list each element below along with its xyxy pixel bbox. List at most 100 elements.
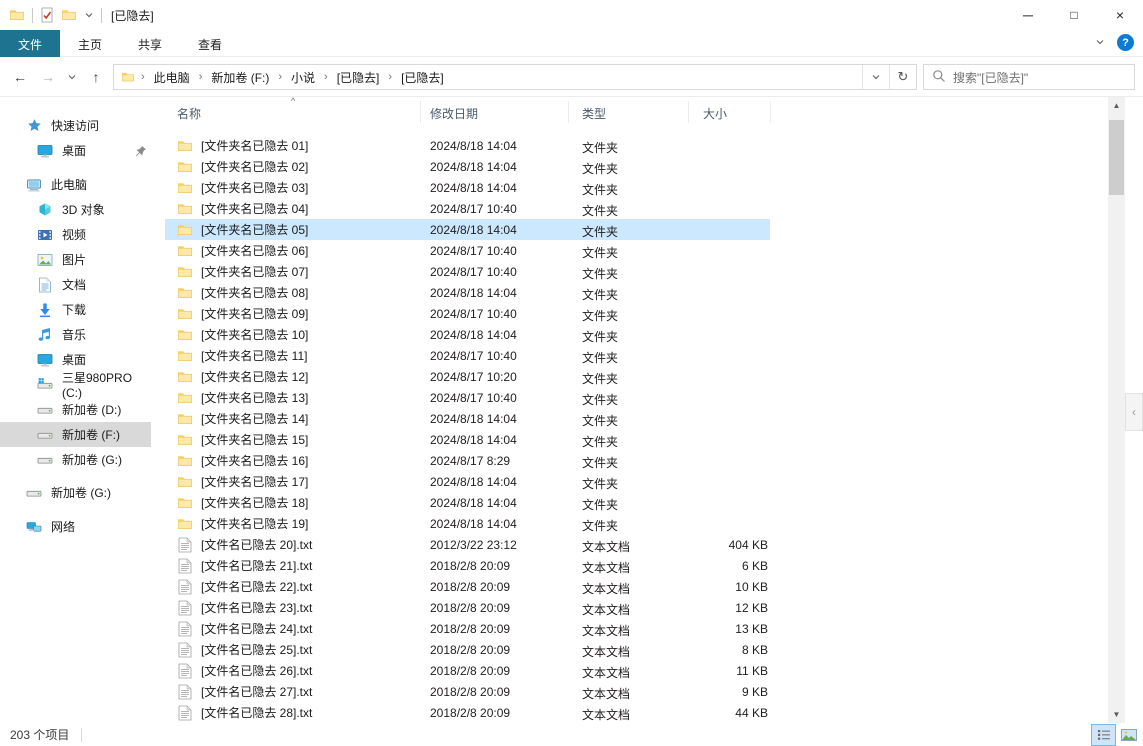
sidebar-item[interactable]: 新加卷 (F:) (0, 422, 151, 447)
file-name-cell[interactable]: [文件夹名已隐去 17] (177, 471, 425, 492)
sidebar-item[interactable]: 3D 对象 (0, 197, 151, 222)
file-name-cell[interactable]: [文件夹名已隐去 02] (177, 156, 425, 177)
customize-toolbar-chevron-icon[interactable] (84, 10, 94, 20)
refresh-icon[interactable]: ↻ (889, 65, 916, 89)
column-divider[interactable] (688, 101, 689, 123)
file-name-cell[interactable]: [文件夹名已隐去 13] (177, 387, 425, 408)
file-name-cell[interactable]: [文件夹名已隐去 08] (177, 282, 425, 303)
file-name-cell[interactable]: [文件名已隐去 26].txt (177, 660, 425, 681)
file-row[interactable]: [文件夹名已隐去 07] 2024/8/17 10:40 文件夹 (165, 261, 1108, 282)
file-row[interactable]: [文件名已隐去 26].txt 2018/2/8 20:09 文本文档 11 K… (165, 660, 1108, 681)
sidebar-item[interactable]: 新加卷 (G:) (0, 480, 151, 505)
back-icon[interactable]: ← (8, 65, 32, 89)
file-name-cell[interactable]: [文件夹名已隐去 16] (177, 450, 425, 471)
file-name-cell[interactable]: [文件夹名已隐去 12] (177, 366, 425, 387)
sidebar-item[interactable]: 视频 (0, 222, 151, 247)
file-row[interactable]: [文件夹名已隐去 02] 2024/8/18 14:04 文件夹 (165, 156, 1108, 177)
column-divider[interactable] (420, 101, 421, 123)
file-name-cell[interactable]: [文件名已隐去 25].txt (177, 639, 425, 660)
file-name-cell[interactable]: [文件夹名已隐去 06] (177, 240, 425, 261)
close-button[interactable]: × (1097, 0, 1143, 30)
column-header-date[interactable]: 修改日期 (430, 105, 478, 122)
breadcrumb-segment[interactable]: [已隐去] (397, 66, 448, 89)
breadcrumb-separator-icon[interactable]: › (275, 71, 285, 83)
breadcrumb-segment[interactable]: 新加卷 (F:) (207, 66, 273, 89)
file-row[interactable]: [文件夹名已隐去 15] 2024/8/18 14:04 文件夹 (165, 429, 1108, 450)
file-row[interactable]: [文件名已隐去 24].txt 2018/2/8 20:09 文本文档 13 K… (165, 618, 1108, 639)
properties-check-icon[interactable] (40, 7, 54, 23)
file-row[interactable]: [文件名已隐去 20].txt 2012/3/22 23:12 文本文档 404… (165, 534, 1108, 555)
column-header-size[interactable]: 大小 (703, 105, 727, 122)
file-name-cell[interactable]: [文件夹名已隐去 11] (177, 345, 425, 366)
sidebar-item[interactable]: 三星980PRO (C:) (0, 372, 151, 397)
collapse-panel-chevron-icon[interactable]: ‹ (1125, 393, 1143, 431)
breadcrumb-segment[interactable]: 小说 (287, 66, 319, 89)
ribbon-tab[interactable]: 主页 (60, 30, 120, 57)
file-name-cell[interactable]: [文件名已隐去 27].txt (177, 681, 425, 702)
search-input[interactable]: 搜索"[已隐去]" (923, 64, 1135, 90)
column-header-name[interactable]: 名称 (177, 105, 201, 122)
file-row[interactable]: [文件夹名已隐去 13] 2024/8/17 10:40 文件夹 (165, 387, 1108, 408)
sidebar-item[interactable]: 此电脑 (0, 172, 151, 197)
recent-locations-chevron-icon[interactable] (64, 65, 80, 89)
file-name-cell[interactable]: [文件夹名已隐去 07] (177, 261, 425, 282)
file-row[interactable]: [文件夹名已隐去 09] 2024/8/17 10:40 文件夹 (165, 303, 1108, 324)
ribbon-tab[interactable]: 查看 (180, 30, 240, 57)
help-button[interactable]: ? (1117, 34, 1134, 51)
sidebar-item[interactable]: 图片 (0, 247, 151, 272)
file-name-cell[interactable]: [文件夹名已隐去 18] (177, 492, 425, 513)
file-name-cell[interactable]: [文件名已隐去 20].txt (177, 534, 425, 555)
file-row[interactable]: [文件名已隐去 25].txt 2018/2/8 20:09 文本文档 8 KB (165, 639, 1108, 660)
file-name-cell[interactable]: [文件夹名已隐去 19] (177, 513, 425, 534)
file-row[interactable]: [文件夹名已隐去 18] 2024/8/18 14:04 文件夹 (165, 492, 1108, 513)
file-row[interactable]: [文件夹名已隐去 04] 2024/8/17 10:40 文件夹 (165, 198, 1108, 219)
maximize-button[interactable]: □ (1051, 0, 1097, 30)
breadcrumb-separator-icon[interactable]: › (321, 71, 331, 83)
file-row[interactable]: [文件夹名已隐去 03] 2024/8/18 14:04 文件夹 (165, 177, 1108, 198)
up-icon[interactable]: ↑ (84, 65, 108, 89)
address-dropdown-chevron-icon[interactable] (862, 65, 889, 89)
file-row[interactable]: [文件夹名已隐去 14] 2024/8/18 14:04 文件夹 (165, 408, 1108, 429)
file-name-cell[interactable]: [文件夹名已隐去 14] (177, 408, 425, 429)
file-name-cell[interactable]: [文件夹名已隐去 09] (177, 303, 425, 324)
column-divider[interactable] (770, 101, 771, 123)
file-row[interactable]: [文件夹名已隐去 19] 2024/8/18 14:04 文件夹 (165, 513, 1108, 534)
ribbon-tab[interactable]: 共享 (120, 30, 180, 57)
scroll-up-icon[interactable]: ▲ (1108, 97, 1125, 114)
breadcrumb-segment[interactable]: [已隐去] (333, 66, 384, 89)
scroll-down-icon[interactable]: ▼ (1108, 706, 1125, 723)
file-row[interactable]: [文件夹名已隐去 01] 2024/8/18 14:04 文件夹 (165, 135, 1108, 156)
column-header-type[interactable]: 类型 (582, 105, 606, 122)
file-name-cell[interactable]: [文件名已隐去 22].txt (177, 576, 425, 597)
expand-ribbon-chevron-icon[interactable] (1095, 36, 1105, 50)
file-name-cell[interactable]: [文件夹名已隐去 10] (177, 324, 425, 345)
file-name-cell[interactable]: [文件夹名已隐去 05] (177, 219, 425, 240)
file-row[interactable]: [文件名已隐去 27].txt 2018/2/8 20:09 文本文档 9 KB (165, 681, 1108, 702)
minimize-button[interactable]: ─ (1005, 0, 1051, 30)
breadcrumb-segment[interactable]: 此电脑 (150, 66, 194, 89)
sidebar-item[interactable]: 桌面 (0, 138, 151, 163)
file-row[interactable]: [文件夹名已隐去 17] 2024/8/18 14:04 文件夹 (165, 471, 1108, 492)
file-row[interactable]: [文件夹名已隐去 05] 2024/8/18 14:04 文件夹 (165, 219, 1108, 240)
file-name-cell[interactable]: [文件名已隐去 24].txt (177, 618, 425, 639)
thumbnails-view-button[interactable] (1116, 724, 1141, 746)
ribbon-tab[interactable]: 文件 (0, 30, 60, 57)
file-name-cell[interactable]: [文件名已隐去 23].txt (177, 597, 425, 618)
file-name-cell[interactable]: [文件夹名已隐去 04] (177, 198, 425, 219)
file-name-cell[interactable]: [文件名已隐去 28].txt (177, 702, 425, 723)
sidebar-item[interactable]: 快速访问 (0, 113, 151, 138)
file-row[interactable]: [文件夹名已隐去 06] 2024/8/17 10:40 文件夹 (165, 240, 1108, 261)
breadcrumb-separator-icon[interactable]: › (196, 71, 206, 83)
new-folder-icon[interactable] (61, 7, 77, 23)
file-name-cell[interactable]: [文件夹名已隐去 01] (177, 135, 425, 156)
file-row[interactable]: [文件名已隐去 22].txt 2018/2/8 20:09 文本文档 10 K… (165, 576, 1108, 597)
file-row[interactable]: [文件夹名已隐去 16] 2024/8/17 8:29 文件夹 (165, 450, 1108, 471)
file-row[interactable]: [文件名已隐去 28].txt 2018/2/8 20:09 文本文档 44 K… (165, 702, 1108, 723)
file-row[interactable]: [文件名已隐去 23].txt 2018/2/8 20:09 文本文档 12 K… (165, 597, 1108, 618)
file-row[interactable]: [文件夹名已隐去 12] 2024/8/17 10:20 文件夹 (165, 366, 1108, 387)
details-view-button[interactable] (1091, 724, 1116, 746)
file-name-cell[interactable]: [文件夹名已隐去 15] (177, 429, 425, 450)
address-box[interactable]: ›此电脑›新加卷 (F:)›小说›[已隐去]›[已隐去] ↻ (113, 64, 917, 90)
file-row[interactable]: [文件名已隐去 21].txt 2018/2/8 20:09 文本文档 6 KB (165, 555, 1108, 576)
sidebar-item[interactable]: 新加卷 (G:) (0, 447, 151, 472)
